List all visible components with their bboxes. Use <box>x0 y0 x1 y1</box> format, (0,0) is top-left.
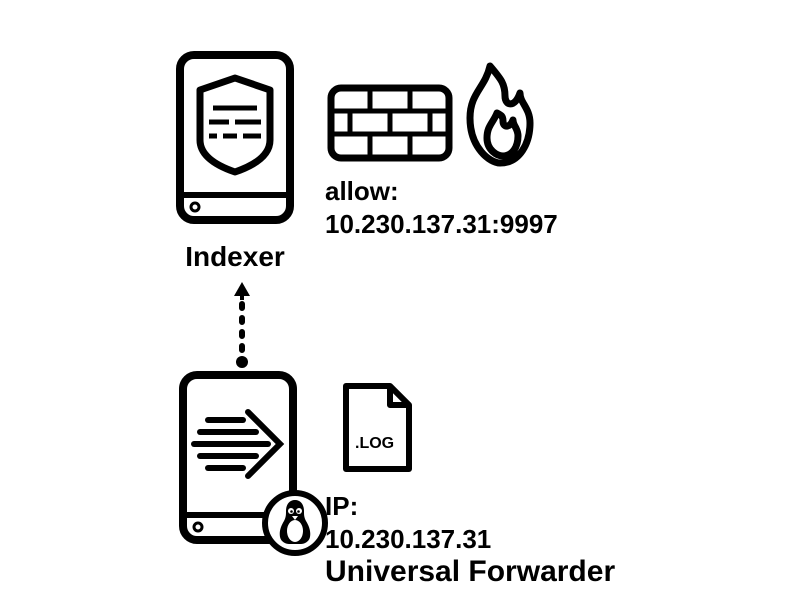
ip-value: 10.230.137.31 <box>325 523 491 556</box>
indexer-device-icon <box>175 50 295 230</box>
network-diagram: allow: 10.230.137.31:9997 Indexer <box>0 0 800 615</box>
firewall-rule-text: allow: 10.230.137.31:9997 <box>325 175 558 240</box>
linux-icon <box>262 490 328 561</box>
indexer-label: Indexer <box>170 240 300 274</box>
forwarder-label: Universal Forwarder <box>325 555 615 589</box>
ip-label: IP: <box>325 490 491 523</box>
firewall-icon <box>325 58 535 183</box>
forwarder-ip-text: IP: 10.230.137.31 <box>325 490 491 555</box>
allow-label: allow: <box>325 175 558 208</box>
log-badge-text: .LOG <box>355 435 394 452</box>
allow-value: 10.230.137.31:9997 <box>325 208 558 241</box>
log-file-icon: .LOG <box>340 380 415 480</box>
arrow-up-icon <box>232 280 252 375</box>
